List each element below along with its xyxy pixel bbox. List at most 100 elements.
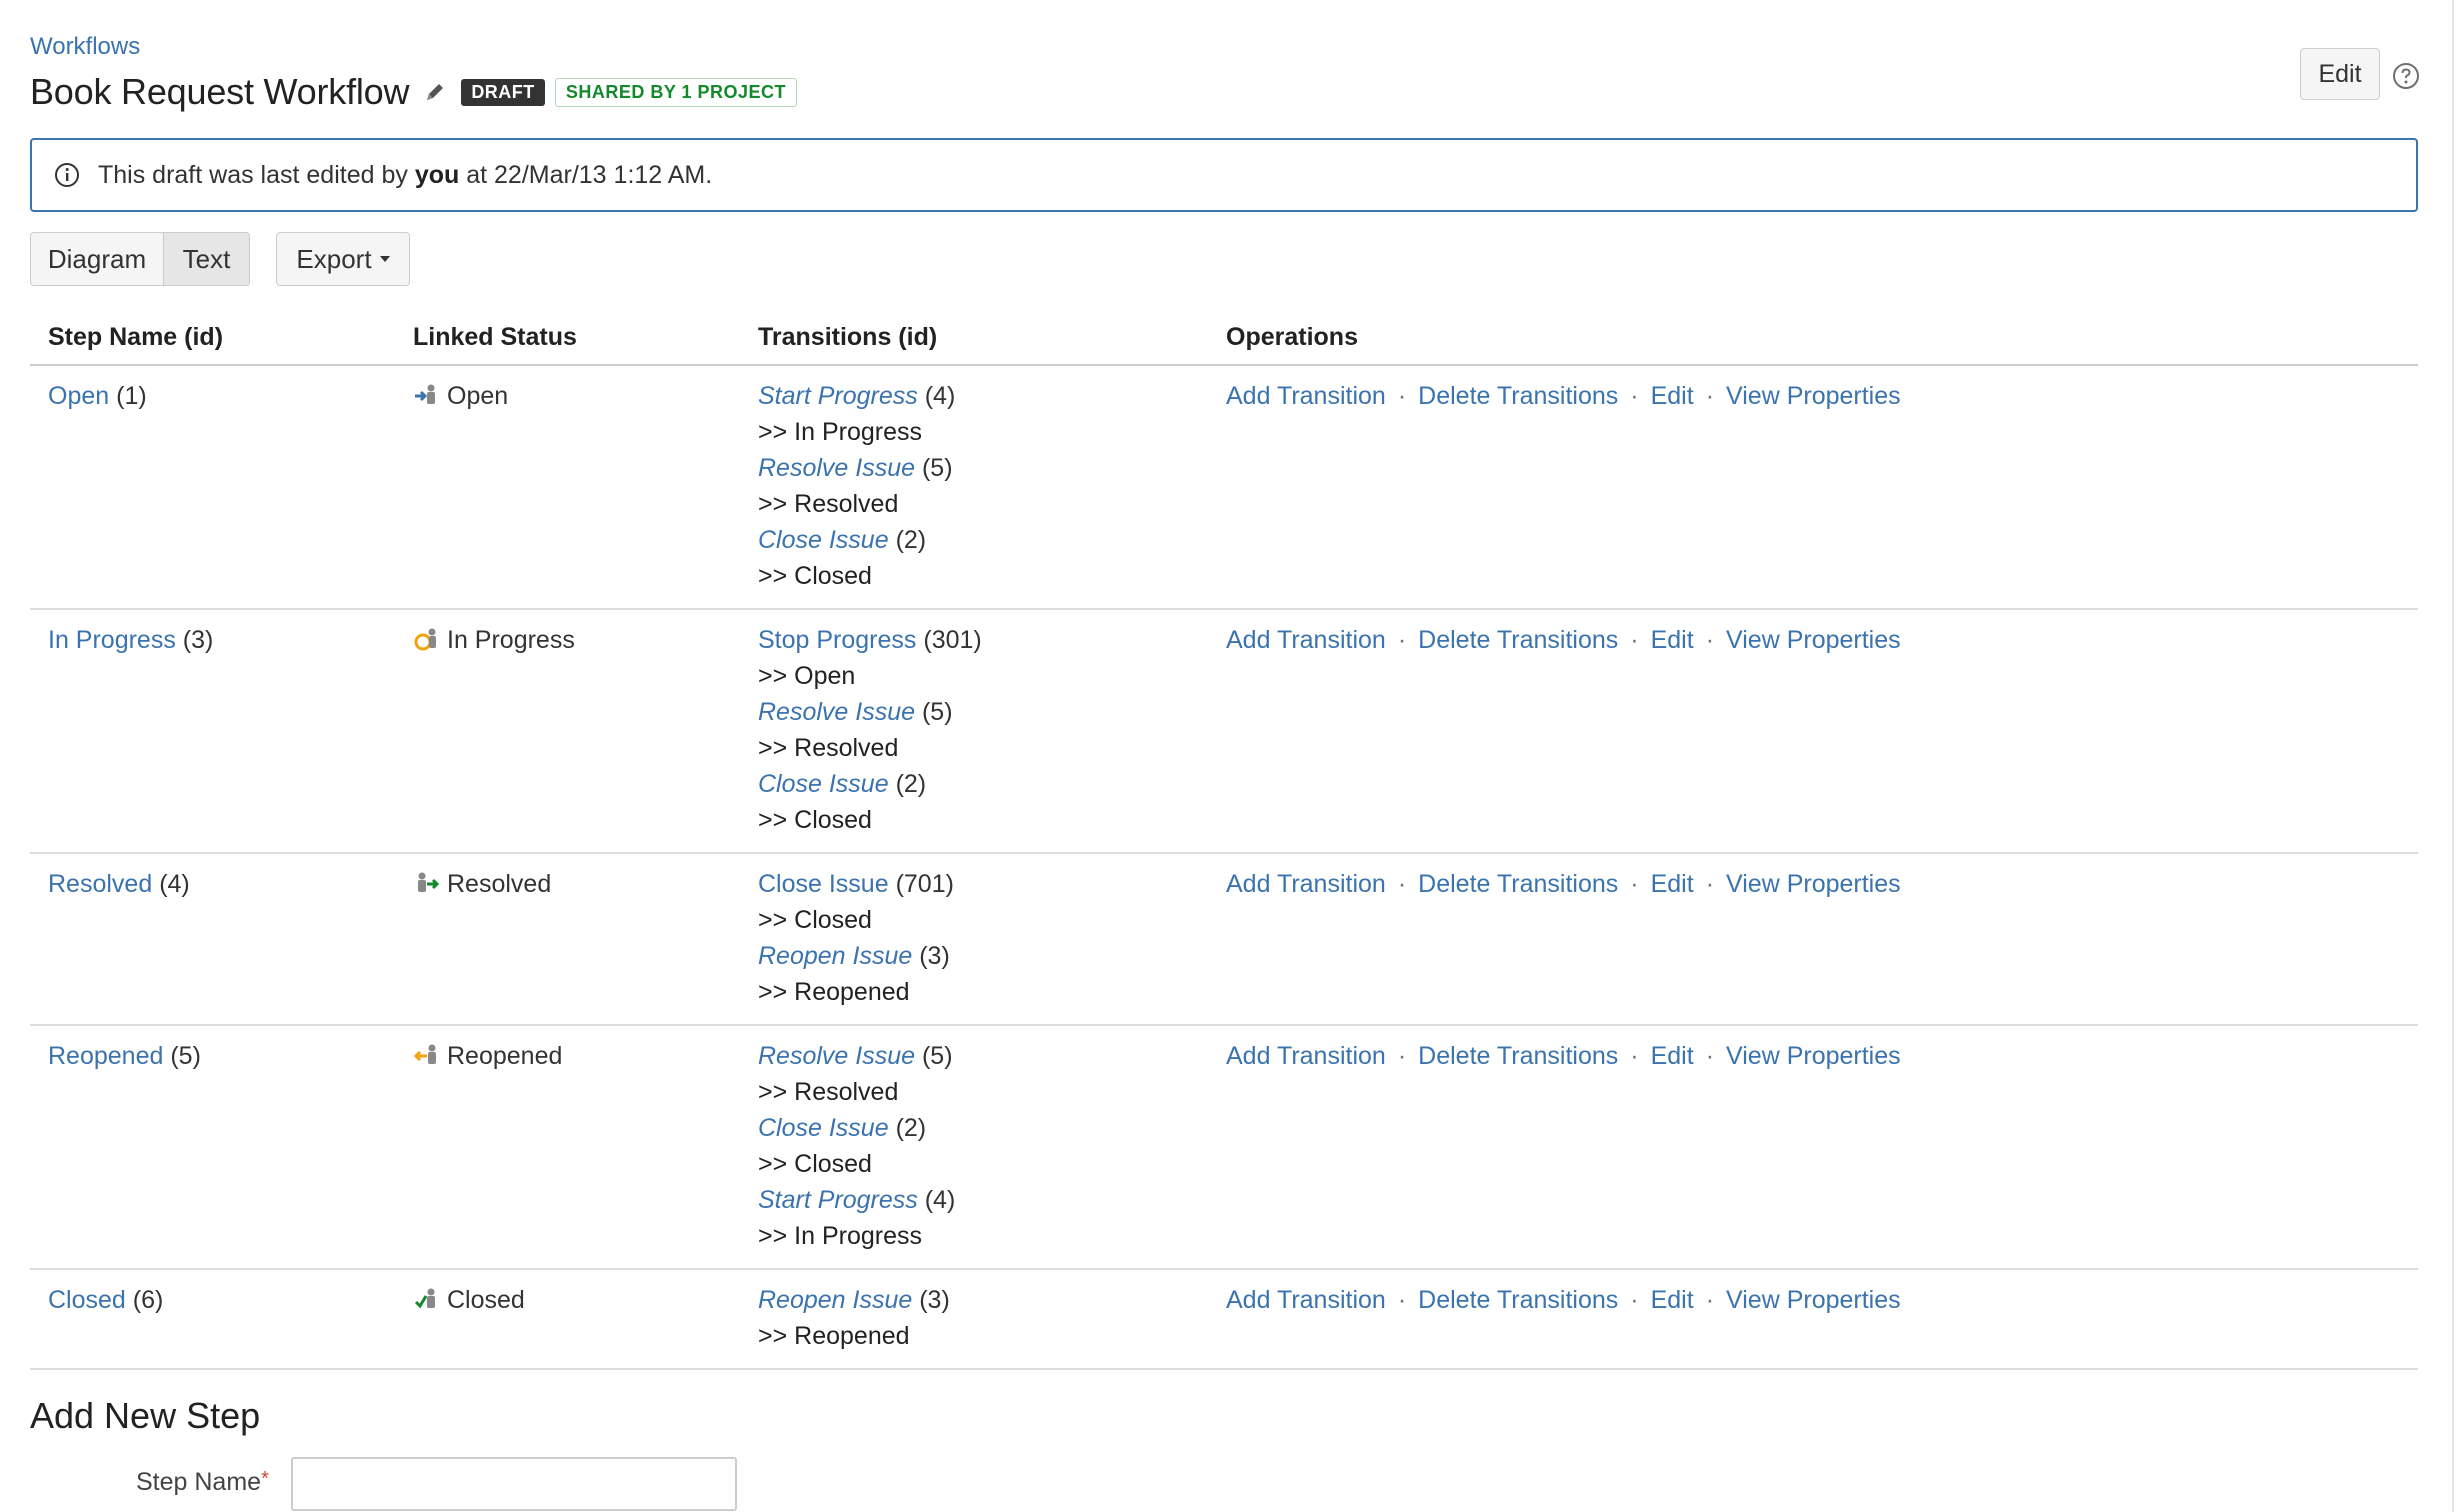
operation-separator: ·: [1397, 382, 1407, 410]
transition-target: >> Closed: [758, 562, 872, 590]
transition-link[interactable]: Reopen Issue: [758, 942, 912, 970]
transition-target: >> In Progress: [758, 1222, 922, 1250]
diagram-view-button[interactable]: Diagram: [30, 232, 164, 286]
add-transition-link[interactable]: Add Transition: [1226, 870, 1386, 898]
operation-separator: ·: [1397, 626, 1407, 654]
transitions-cell: Close Issue (701) >> Closed Reopen Issue (…: [740, 853, 1208, 1026]
linked-status-label: Closed: [447, 1286, 525, 1314]
transition-target: >> Resolved: [758, 734, 899, 762]
transition-id: (3): [919, 1286, 950, 1314]
operation-separator: ·: [1705, 1042, 1715, 1070]
linked-status-cell: Closed: [395, 1269, 740, 1370]
operation-separator: ·: [1630, 870, 1639, 898]
operation-separator: ·: [1705, 382, 1715, 410]
transition-id: (3): [919, 942, 950, 970]
transition-link[interactable]: Resolve Issue: [758, 1042, 915, 1070]
pencil-icon[interactable]: [423, 78, 451, 106]
linked-status-label: Reopened: [447, 1042, 563, 1070]
edit-link[interactable]: Edit: [1651, 626, 1694, 654]
help-icon[interactable]: [2392, 62, 2420, 90]
edit-link[interactable]: Edit: [1651, 382, 1694, 410]
transition-item: Reopen Issue (3): [758, 1282, 1208, 1318]
table-row: Reopened (5) Reopened Resolve Issue (5) >> …: [30, 1025, 2418, 1270]
chevron-down-icon: [379, 256, 390, 262]
edit-link[interactable]: Edit: [1651, 1042, 1694, 1070]
linked-status-cell: Resolved: [395, 853, 740, 1026]
table-row: In Progress (3) In Progress Stop Progress …: [30, 609, 2418, 854]
delete-transitions-link[interactable]: Delete Transitions: [1418, 1042, 1618, 1070]
shared-projects-badge[interactable]: SHARED BY 1 PROJECT: [554, 77, 798, 107]
transition-item: Close Issue (2): [758, 766, 1208, 802]
transition-id: (2): [895, 1114, 927, 1142]
transition-item: Resolve Issue (5): [758, 1038, 1208, 1074]
operations-cell: Add Transition · Delete Transitions · Edit · V…: [1208, 853, 2418, 1026]
step-id: (1): [116, 382, 147, 410]
text-view-button[interactable]: Text: [164, 232, 250, 286]
transition-link[interactable]: Reopen Issue: [758, 1286, 912, 1314]
add-transition-link[interactable]: Add Transition: [1226, 382, 1386, 410]
view-properties-link[interactable]: View Properties: [1726, 870, 1901, 898]
table-header-row: Step Name (id) Linked Status Transitions…: [30, 310, 2418, 366]
transition-item: Resolve Issue (5): [758, 694, 1208, 730]
delete-transitions-link[interactable]: Delete Transitions: [1418, 382, 1618, 410]
edit-link[interactable]: Edit: [1651, 1286, 1694, 1314]
delete-transitions-link[interactable]: Delete Transitions: [1418, 626, 1618, 654]
transition-target: >> Resolved: [758, 1078, 899, 1106]
info-prefix: This draft was last edited by: [98, 160, 408, 189]
operations-cell: Add Transition · Delete Transitions · Edit · V…: [1208, 365, 2418, 610]
table-row: Open (1) Open Start Progress (4) >> In Prog…: [30, 365, 2418, 610]
step-name-link[interactable]: Reopened: [48, 1042, 163, 1070]
export-dropdown-button[interactable]: Export: [276, 232, 410, 286]
transition-target: >> In Progress: [758, 418, 922, 446]
edit-link[interactable]: Edit: [1651, 870, 1694, 898]
delete-transitions-link[interactable]: Delete Transitions: [1418, 870, 1618, 898]
transition-id: (2): [895, 526, 927, 554]
edit-workflow-button[interactable]: Edit: [2300, 48, 2380, 100]
resolved-status-icon: [413, 870, 441, 898]
transition-item: Reopen Issue (3): [758, 938, 1208, 974]
step-name-link[interactable]: Open: [48, 382, 109, 410]
transition-link[interactable]: Resolve Issue: [758, 454, 915, 482]
view-properties-link[interactable]: View Properties: [1726, 1286, 1901, 1314]
transition-target: >> Resolved: [758, 490, 899, 518]
transition-link[interactable]: Close Issue: [758, 870, 889, 898]
transition-item: Close Issue (701): [758, 866, 1208, 902]
transition-link[interactable]: Start Progress: [758, 1186, 918, 1214]
view-properties-link[interactable]: View Properties: [1726, 626, 1901, 654]
step-name-link[interactable]: Resolved: [48, 870, 152, 898]
transition-item: Close Issue (2): [758, 522, 1208, 558]
table-row: Resolved (4) Resolved Close Issue (701) >> …: [30, 853, 2418, 1026]
transition-target: >> Reopened: [758, 1322, 910, 1350]
add-transition-link[interactable]: Add Transition: [1226, 1286, 1386, 1314]
operation-separator: ·: [1630, 1042, 1639, 1070]
step-id: (3): [182, 626, 214, 654]
step-name-cell: In Progress (3): [30, 609, 395, 854]
view-properties-link[interactable]: View Properties: [1726, 382, 1901, 410]
step-name-cell: Open (1): [30, 365, 395, 610]
step-name-link[interactable]: Closed: [48, 1286, 126, 1314]
transition-item: Start Progress (4): [758, 1182, 1208, 1218]
transition-link[interactable]: Close Issue: [758, 1114, 889, 1142]
add-transition-link[interactable]: Add Transition: [1226, 1042, 1386, 1070]
view-properties-link[interactable]: View Properties: [1726, 1042, 1901, 1070]
step-name-link[interactable]: In Progress: [48, 626, 176, 654]
delete-transitions-link[interactable]: Delete Transitions: [1418, 1286, 1618, 1314]
transition-link[interactable]: Start Progress: [758, 382, 918, 410]
step-name-cell: Closed (6): [30, 1269, 395, 1370]
workflow-page: Workflows Book Request Workflow DRAFT SH…: [0, 0, 2456, 1512]
transition-link[interactable]: Close Issue: [758, 526, 889, 554]
transition-item: Stop Progress (301): [758, 622, 1208, 658]
operation-separator: ·: [1630, 382, 1639, 410]
transition-target: >> Closed: [758, 906, 872, 934]
transition-link[interactable]: Resolve Issue: [758, 698, 915, 726]
view-toggle: Diagram Text: [30, 232, 250, 286]
breadcrumb-workflows[interactable]: Workflows: [30, 33, 140, 61]
transition-link[interactable]: Stop Progress: [758, 626, 916, 654]
header-linked-status: Linked Status: [395, 310, 740, 366]
transition-id: (301): [923, 626, 982, 654]
add-transition-link[interactable]: Add Transition: [1226, 626, 1386, 654]
step-name-input[interactable]: [291, 1457, 737, 1511]
linked-status-cell: In Progress: [395, 609, 740, 854]
transition-link[interactable]: Close Issue: [758, 770, 889, 798]
transition-id: (4): [924, 382, 956, 410]
